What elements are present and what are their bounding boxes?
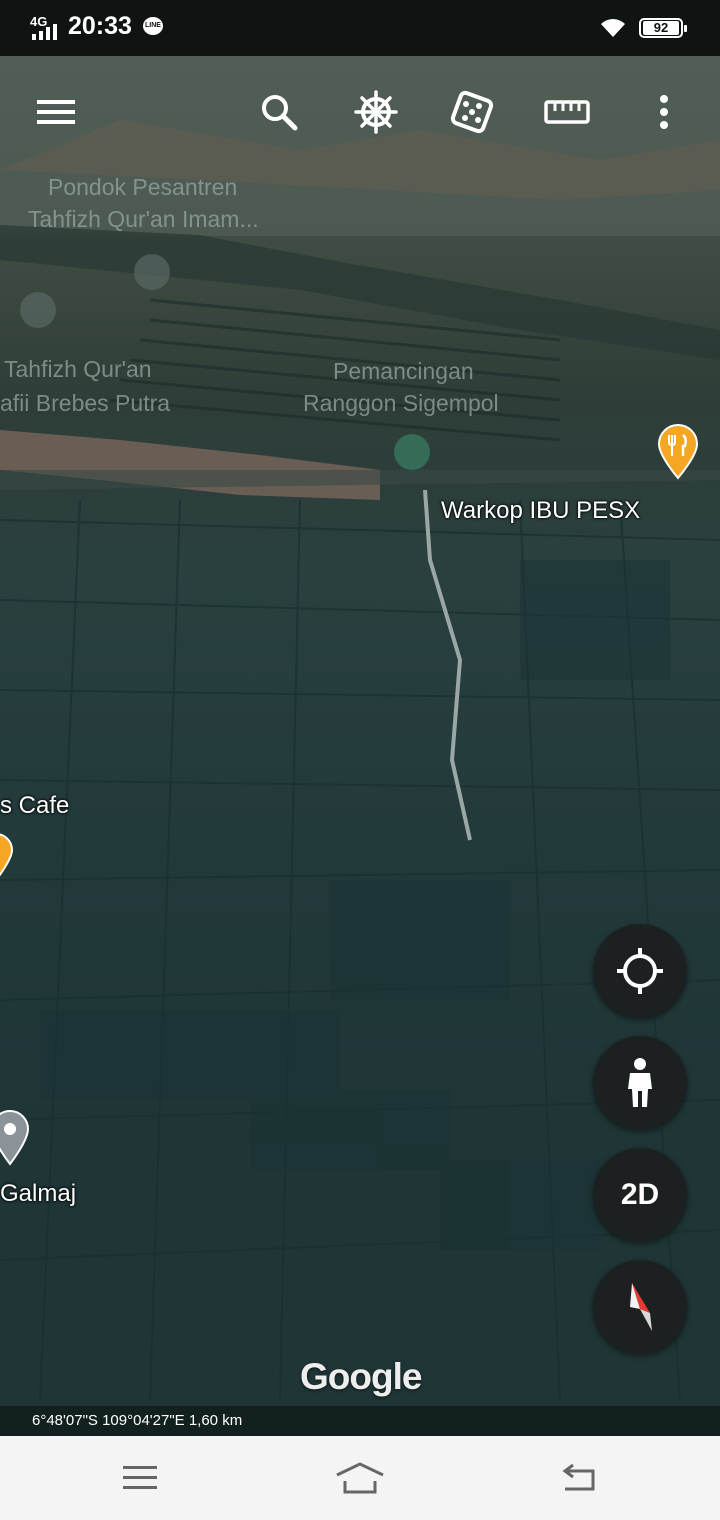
menu-button[interactable] [32, 88, 80, 136]
street-view-button[interactable] [593, 1036, 687, 1130]
system-navigation-bar [0, 1436, 720, 1520]
clock: 20:33 [68, 12, 132, 40]
more-options-button[interactable] [640, 88, 688, 136]
coordinates-bar: 6°48'07"S 109°04'27"E 1,60 km [0, 1406, 720, 1436]
hamburger-menu-icon [37, 100, 75, 124]
poi-label-pemancingan-line1[interactable]: Pemancingan [333, 358, 474, 385]
poi-label-galmaj[interactable]: Galmaj [0, 1180, 76, 1208]
feeling-lucky-button[interactable] [448, 88, 496, 136]
more-vertical-icon [660, 95, 668, 129]
poi-label-pemancingan-line2[interactable]: Ranggon Sigempol [303, 390, 499, 417]
view-mode-label: 2D [620, 1178, 660, 1211]
signal-strength-icon [32, 24, 57, 40]
crosshair-location-icon [617, 948, 663, 994]
nav-home-icon [336, 1462, 384, 1494]
status-bar: 4G 20:33 LINE 92 [0, 0, 720, 56]
nav-menu-button[interactable] [110, 1456, 170, 1500]
ship-wheel-icon [354, 90, 398, 134]
poi-label-pondok-line1[interactable]: Pondok Pesantren [48, 174, 237, 201]
battery-icon: 92 [639, 18, 687, 38]
view-mode-toggle-button[interactable]: 2D [593, 1148, 687, 1242]
nav-menu-icon [123, 1466, 157, 1489]
poi-label-warkop[interactable]: Warkop IBU PESX [441, 497, 640, 525]
poi-label-cafe[interactable]: s Cafe [0, 792, 69, 820]
line-notification-icon: LINE [143, 17, 163, 35]
poi-label-tahfizh-line1[interactable]: Tahfizh Qur'an [4, 356, 152, 383]
nav-back-icon [562, 1463, 595, 1491]
pegman-icon [628, 1058, 652, 1107]
poi-label-pondok-line2[interactable]: Tahfizh Qur'an Imam... [28, 206, 259, 233]
dice-icon [450, 90, 494, 134]
compass-button[interactable] [593, 1260, 687, 1354]
cafe-pin-icon[interactable] [0, 832, 14, 882]
measure-button[interactable] [543, 88, 591, 136]
coordinates-text: 6°48'07"S 109°04'27"E 1,60 km [32, 1412, 243, 1429]
place-pin-icon[interactable] [0, 1108, 30, 1166]
nav-back-button[interactable] [548, 1456, 608, 1500]
search-button[interactable] [255, 88, 303, 136]
voyager-button[interactable] [352, 88, 400, 136]
nav-home-button[interactable] [330, 1456, 390, 1500]
google-attribution-logo: Google [300, 1356, 422, 1397]
search-icon [262, 95, 298, 131]
battery-level: 92 [643, 21, 679, 35]
compass-needle-icon [630, 1283, 652, 1331]
poi-label-tahfizh-line2[interactable]: afii Brebes Putra [0, 390, 170, 417]
my-location-button[interactable] [593, 924, 687, 1018]
restaurant-pin-icon[interactable] [657, 424, 699, 480]
wifi-icon [601, 19, 625, 37]
ruler-icon [544, 100, 590, 124]
